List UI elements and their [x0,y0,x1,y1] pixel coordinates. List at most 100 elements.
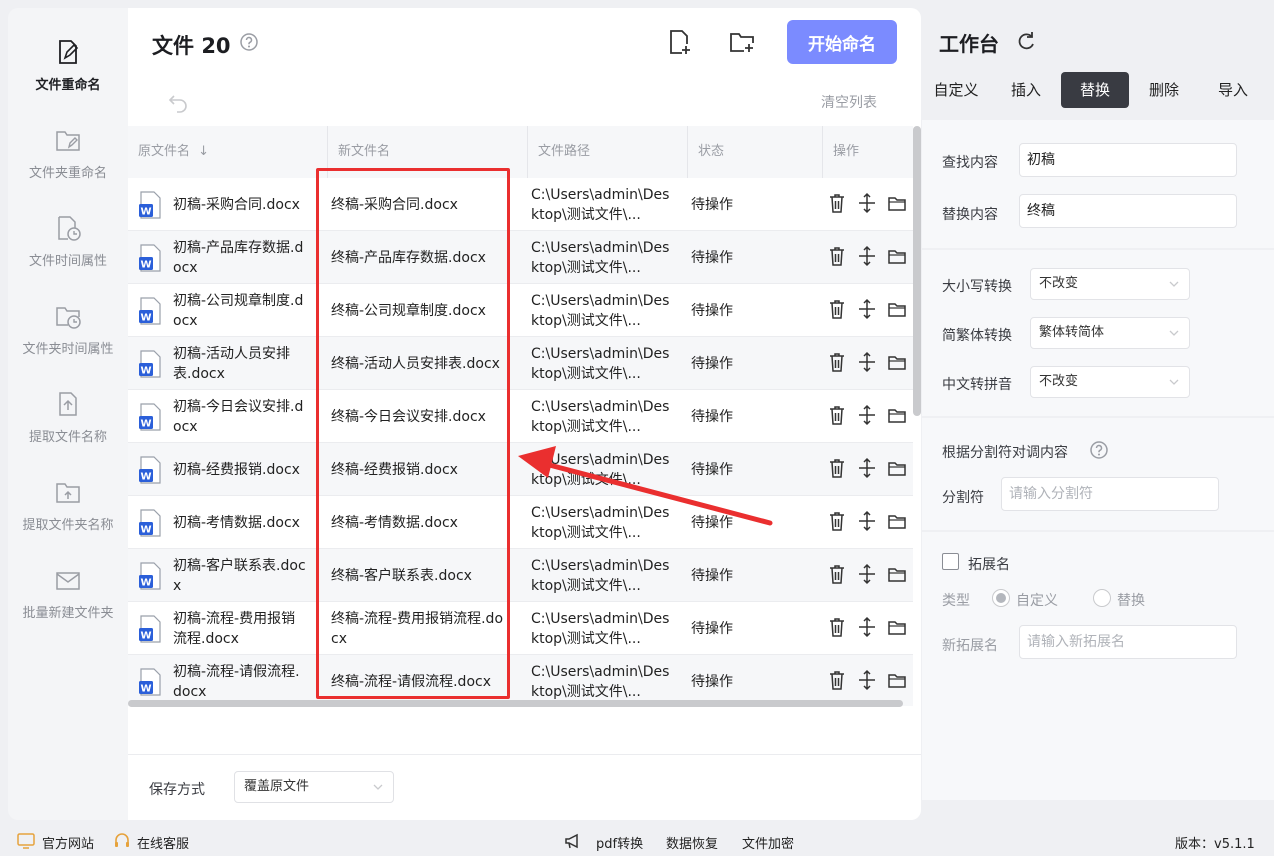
type-replace-radio[interactable] [1093,589,1111,607]
trash-icon[interactable] [827,298,847,320]
status-cell: 待操作 [691,249,733,266]
sidebar-item-file-rename[interactable]: 文件重命名 [8,38,128,108]
move-icon[interactable] [857,616,877,638]
find-input[interactable]: 初稿 [1019,143,1237,177]
column-header-original[interactable]: 原文件名 ↓ [128,126,209,178]
table-row[interactable]: W 初稿-采购合同.docx 终稿-采购合同.docx C:\Users\adm… [128,178,913,231]
replace-settings: 查找内容 初稿 替换内容 终稿 大小写转换 不改变 简繁体转换 繁体转简体 中文… [922,120,1274,800]
add-file-icon[interactable] [665,28,693,56]
column-header-path: 文件路径 [538,144,591,159]
trash-icon[interactable] [827,351,847,373]
table-row[interactable]: W 初稿-流程-请假流程.docx 终稿-流程-请假流程.docx C:\Use… [128,655,913,706]
separator-label: 分割符 [942,490,984,506]
table-row[interactable]: W 初稿-经费报销.docx 终稿-经费报销.docx C:\Users\adm… [128,443,913,496]
svg-text:W: W [140,419,151,430]
data-recovery-link[interactable]: 数据恢复 [666,833,718,852]
trash-icon[interactable] [827,245,847,267]
sidebar-item-extract-folder-names[interactable]: 提取文件夹名称 [8,478,128,548]
help-icon[interactable] [1089,440,1109,460]
tab-import[interactable]: 导入 [1199,72,1267,108]
table-row[interactable]: W 初稿-流程-费用报销流程.docx 终稿-流程-费用报销流程.docx C:… [128,602,913,655]
replace-input[interactable]: 终稿 [1019,194,1237,228]
table-row[interactable]: W 初稿-公司规章制度.docx 终稿-公司规章制度.docx C:\Users… [128,284,913,337]
undo-icon[interactable] [166,90,190,114]
tab-insert[interactable]: 插入 [992,72,1060,108]
table-row[interactable]: W 初稿-活动人员安排表.docx 终稿-活动人员安排表.docx C:\Use… [128,337,913,390]
original-name-cell: 初稿-流程-费用报销流程.docx [173,610,296,647]
trash-icon[interactable] [827,669,847,691]
pinyin-select[interactable]: 不改变 [1030,366,1190,398]
open-folder-icon[interactable] [887,192,907,214]
pdf-convert-link[interactable]: pdf转换 [596,833,643,852]
original-name-cell: 初稿-产品库存数据.docx [173,239,304,276]
open-folder-icon[interactable] [887,245,907,267]
table-row[interactable]: W 初稿-今日会议安排.docx 终稿-今日会议安排.docx C:\Users… [128,390,913,443]
help-icon[interactable] [239,32,259,52]
trash-icon[interactable] [827,457,847,479]
status-cell: 待操作 [691,408,733,425]
start-rename-button[interactable]: 开始命名 [787,20,897,64]
official-website-link[interactable]: 官方网站 [42,833,94,852]
vertical-scrollbar[interactable] [913,126,921,416]
move-icon[interactable] [857,298,877,320]
svg-text:W: W [140,631,151,642]
move-icon[interactable] [857,404,877,426]
trash-icon[interactable] [827,404,847,426]
extension-checkbox[interactable] [942,553,959,570]
sort-down-icon: ↓ [198,144,210,159]
move-icon[interactable] [857,669,877,691]
move-icon[interactable] [857,510,877,532]
move-icon[interactable] [857,457,877,479]
trash-icon[interactable] [827,563,847,585]
sidebar-item-batch-new-folder[interactable]: 批量新建文件夹 [8,566,128,636]
sidebar-item-label: 文件时间属性 [28,254,107,269]
horizontal-scrollbar[interactable] [128,700,903,707]
pinyin-value: 不改变 [1039,374,1079,389]
folder-mail-icon [56,572,80,590]
separator-input[interactable]: 请输入分割符 [1001,477,1219,511]
open-folder-icon[interactable] [887,563,907,585]
main-panel: 文件 20 开始命名 清空列表 原文件名 ↓ 新文件名 文件路径 状态 操作 W… [128,8,921,820]
chevron-down-icon [1169,281,1179,287]
file-encrypt-link[interactable]: 文件加密 [742,833,794,852]
trash-icon[interactable] [827,616,847,638]
original-name-cell: 初稿-公司规章制度.docx [173,292,304,329]
trash-icon[interactable] [827,510,847,532]
chevron-down-icon [1169,379,1179,385]
move-icon[interactable] [857,192,877,214]
open-folder-icon[interactable] [887,457,907,479]
path-cell: C:\Users\admin\Desktop\测试文件\... [531,239,670,276]
open-folder-icon[interactable] [887,616,907,638]
tab-replace[interactable]: 替换 [1061,72,1129,108]
svg-text:W: W [140,578,151,589]
case-select[interactable]: 不改变 [1030,268,1190,300]
move-icon[interactable] [857,245,877,267]
path-cell: C:\Users\admin\Desktop\测试文件\... [531,398,670,435]
open-folder-icon[interactable] [887,510,907,532]
add-folder-icon[interactable] [728,28,756,56]
tab-custom[interactable]: 自定义 [922,72,990,108]
path-cell: C:\Users\admin\Desktop\测试文件\... [531,557,670,594]
table-row[interactable]: W 初稿-产品库存数据.docx 终稿-产品库存数据.docx C:\Users… [128,231,913,284]
open-folder-icon[interactable] [887,669,907,691]
sidebar-item-folder-rename[interactable]: 文件夹重命名 [8,126,128,196]
traditional-simplified-select[interactable]: 繁体转简体 [1030,317,1190,349]
move-icon[interactable] [857,351,877,373]
sidebar-item-file-time[interactable]: 文件时间属性 [8,214,128,284]
refresh-icon[interactable] [1015,30,1037,52]
move-icon[interactable] [857,563,877,585]
table-row[interactable]: W 初稿-考情数据.docx 终稿-考情数据.docx C:\Users\adm… [128,496,913,549]
save-method-select[interactable]: 覆盖原文件 [234,771,394,803]
sidebar-item-folder-time[interactable]: 文件夹时间属性 [8,302,128,372]
type-custom-radio[interactable] [992,589,1010,607]
tab-delete[interactable]: 删除 [1130,72,1198,108]
open-folder-icon[interactable] [887,351,907,373]
table-row[interactable]: W 初稿-客户联系表.docx 终稿-客户联系表.docx C:\Users\a… [128,549,913,602]
new-extension-input[interactable]: 请输入新拓展名 [1019,625,1237,659]
open-folder-icon[interactable] [887,404,907,426]
sidebar-item-extract-file-names[interactable]: 提取文件名称 [8,390,128,460]
online-service-link[interactable]: 在线客服 [137,833,189,852]
trash-icon[interactable] [827,192,847,214]
open-folder-icon[interactable] [887,298,907,320]
clear-list-button[interactable]: 清空列表 [821,92,877,112]
